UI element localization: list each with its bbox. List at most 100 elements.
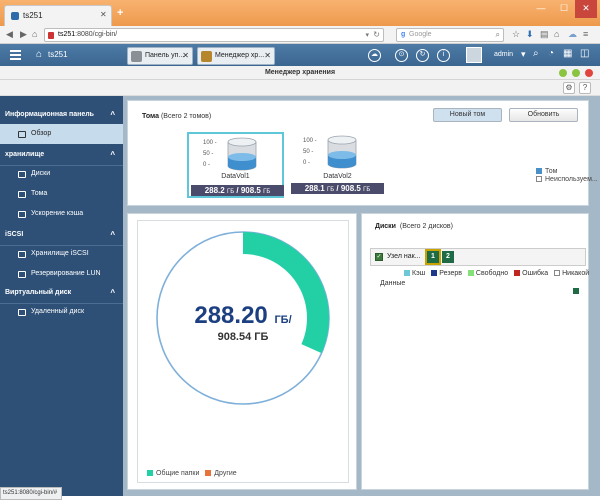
volume-unit: ГБ — [326, 187, 335, 193]
qnap-favicon-icon — [11, 12, 19, 20]
resource-monitor-icon[interactable]: ◔ — [548, 48, 554, 59]
user-avatar[interactable] — [466, 47, 482, 63]
download-icon[interactable]: ⬇ — [526, 29, 534, 40]
sidebar-item-disks[interactable]: Диски — [0, 164, 123, 184]
menu-icon[interactable]: ≡ — [583, 29, 588, 39]
notifications-icon[interactable]: i — [437, 49, 450, 62]
legend-volume: Том — [536, 168, 557, 175]
sidebar-section-storage[interactable]: хранилище ^ — [0, 144, 123, 166]
close-app-button[interactable] — [585, 69, 593, 77]
legend-swatch — [536, 168, 542, 175]
close-window-button[interactable]: ✕ — [575, 0, 597, 18]
external-devices-icon[interactable]: ↻ — [416, 49, 429, 62]
used-number: 288.20 — [194, 302, 268, 329]
user-dropdown-icon[interactable]: ▾ — [521, 49, 526, 60]
minimize-window-button[interactable]: — — [530, 0, 552, 18]
browser-navigation-bar: ◀ ▶ ⌂ ts251:8080/cgi-bin/ ▾ ↻ g Google ⌕… — [0, 26, 600, 44]
legend-swatch — [536, 176, 542, 183]
star-icon[interactable]: ☆ — [512, 29, 520, 40]
disk-slot-1[interactable]: 1 — [425, 249, 441, 265]
volume-cylinder-icon — [227, 137, 257, 171]
settings-gear-icon[interactable]: ⚙ — [563, 82, 575, 94]
app-tab-label: Панель уп... — [145, 52, 185, 59]
legend-label: Никакой — [562, 270, 590, 277]
sidebar-item-lun-backup[interactable]: Резервирование LUN — [0, 264, 123, 284]
sidebar-item-overview[interactable]: Обзор — [0, 124, 123, 144]
search-icon[interactable]: ⌕ — [533, 48, 539, 59]
new-tab-button[interactable]: + — [117, 7, 123, 19]
sidebar-section-iscsi[interactable]: iSCSI ^ — [0, 224, 123, 246]
reload-icon[interactable]: ↻ — [373, 30, 380, 39]
legend-swatch — [205, 470, 212, 477]
close-tab-icon[interactable]: ✕ — [100, 10, 107, 19]
nas-hostname: ts251 — [48, 50, 68, 59]
chat-icon[interactable]: ☁ — [568, 29, 577, 40]
forward-arrow-icon[interactable]: ▶ — [20, 29, 27, 40]
axis-tick: 0 - — [303, 160, 311, 166]
lun-backup-icon — [18, 271, 26, 278]
site-icon — [48, 32, 54, 39]
legend-swatch — [554, 270, 561, 277]
address-bar[interactable]: ts251:8080/cgi-bin/ ▾ ↻ — [44, 28, 384, 42]
maximize-app-button[interactable] — [572, 69, 580, 77]
volume-unit: ГБ — [363, 187, 371, 193]
app-tab-storage-manager[interactable]: Менеджер хр... ✕ — [197, 47, 275, 65]
sidebar-item-cache-acceleration[interactable]: Ускорение кэша — [0, 204, 123, 224]
volume-card-datavol1[interactable]: 100 - 50 - 0 - DataVol1 288.2 ГБ / 908.5… — [187, 132, 284, 198]
browser-tab[interactable]: ts251 ✕ — [4, 5, 112, 26]
node-checkbox[interactable]: ✓ — [375, 253, 383, 261]
sidebar-section-label: Информационная панель — [5, 111, 94, 118]
new-volume-button[interactable]: Новый том — [433, 108, 502, 122]
disks-count: (Всего 2 дисков) — [399, 223, 453, 230]
volume-used: 288.2 — [204, 186, 225, 195]
sidebar-section-dashboard[interactable]: Информационная панель ^ — [0, 104, 123, 126]
volume-card-datavol2[interactable]: 100 - 50 - 0 - DataVol2 288.1 ГБ / 908.5… — [289, 132, 386, 198]
minimize-app-button[interactable] — [559, 69, 567, 77]
sidebar-item-label: Обзор — [31, 130, 52, 137]
search-input[interactable]: g Google ⌕ — [396, 28, 504, 42]
browser-tab-strip: ts251 ✕ + — ☐ ✕ — [0, 0, 600, 26]
sidebar-section-virtual-disk[interactable]: Виртуальный диск ^ — [0, 282, 123, 304]
capacity-legend: Общие папки Другие — [147, 470, 237, 477]
close-icon[interactable]: ✕ — [264, 51, 271, 60]
refresh-button[interactable]: Обновить — [509, 108, 578, 122]
window-title-bar: Менеджер хранения — [0, 66, 600, 80]
sidebar-item-remote-disk[interactable]: Удаленный диск — [0, 302, 123, 322]
cloud-icon[interactable]: ☁ — [368, 49, 381, 62]
app-tab-control-panel[interactable]: Панель уп... ✕ — [127, 47, 193, 65]
sidebar-item-label: Диски — [31, 170, 51, 177]
main-menu-icon[interactable] — [10, 48, 21, 61]
browser-status-url: ts251:8080/cgi-bin/# — [0, 487, 62, 500]
back-arrow-icon[interactable]: ◀ — [6, 29, 13, 40]
sidebar-item-iscsi-storage[interactable]: Хранилище iSCSI — [0, 244, 123, 264]
app-tab-label: Менеджер хр... — [215, 52, 265, 59]
sidebar: Информационная панель ^ Обзор хранилище … — [0, 96, 123, 496]
home-icon[interactable]: ⌂ — [32, 29, 37, 39]
legend-label: Свободно — [475, 270, 509, 277]
volume-unit: ГБ — [226, 189, 235, 195]
legend-swatch — [147, 470, 153, 477]
home-icon[interactable]: ⌂ — [554, 29, 559, 39]
capacity-total-value: 908.54 ГБ — [217, 331, 269, 343]
disk-slot-2[interactable]: 2 — [442, 251, 454, 263]
node-label: Узел нак... — [387, 253, 421, 260]
sidebar-item-volumes[interactable]: Тома — [0, 184, 123, 204]
desktop-home-icon[interactable]: ⌂ — [36, 49, 42, 60]
url-path: :8080/cgi-bin/ — [75, 31, 118, 38]
cache-icon — [18, 211, 26, 218]
background-tasks-icon[interactable]: ⊙ — [395, 49, 408, 62]
volumes-header: Тома (Всего 2 томов) — [142, 113, 211, 120]
username-label[interactable]: admin — [494, 51, 513, 58]
search-icon[interactable]: ⌕ — [496, 30, 500, 40]
bookmarks-icon[interactable]: ▤ — [540, 29, 549, 40]
legend-swatch — [514, 270, 521, 277]
help-icon[interactable]: ? — [579, 82, 591, 94]
dropdown-arrow-icon[interactable]: ▾ — [365, 31, 369, 39]
maximize-window-button[interactable]: ☐ — [553, 0, 575, 18]
overview-icon[interactable]: ◫ — [580, 48, 589, 59]
volumes-count: (Всего 2 томов) — [160, 113, 212, 120]
close-icon[interactable]: ✕ — [182, 51, 189, 60]
storage-node-row[interactable]: ✓ Узел нак... 1 2 — [370, 248, 586, 266]
dashboard-icon[interactable]: ▦ — [563, 48, 572, 59]
legend-label: Том — [545, 168, 558, 175]
